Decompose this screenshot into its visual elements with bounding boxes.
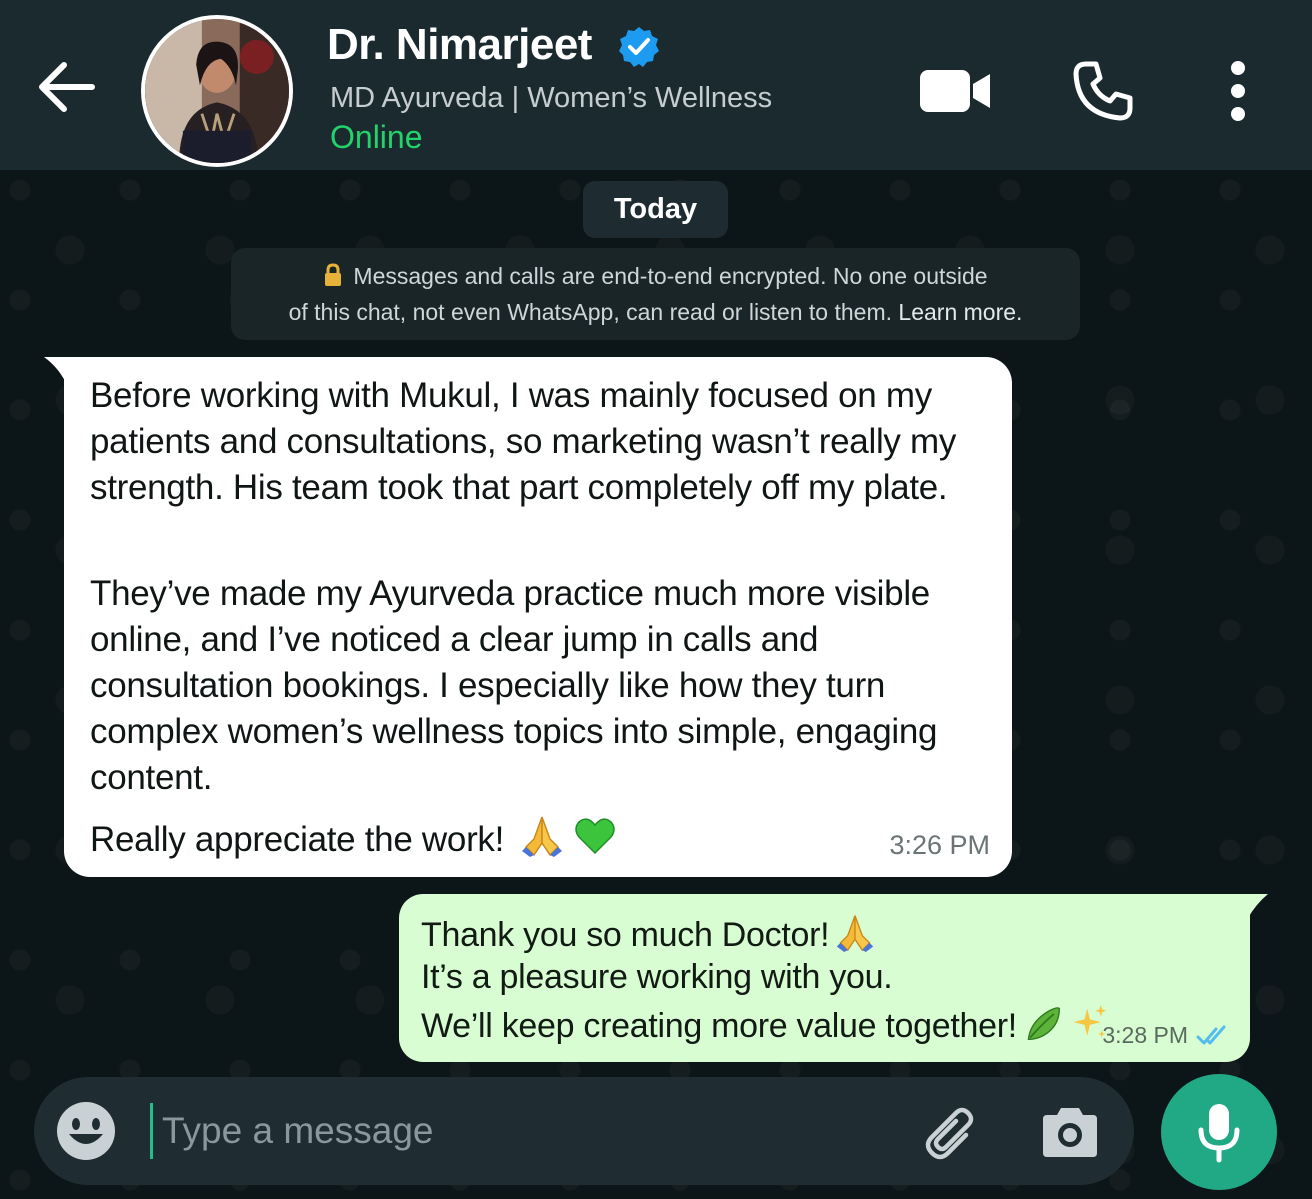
emoji-icon[interactable] bbox=[55, 1100, 117, 1162]
folded-hands-emoji-icon bbox=[837, 915, 874, 952]
message-paragraph: They’ve made my Ayurveda practice much m… bbox=[90, 574, 938, 797]
profile-photo bbox=[145, 19, 289, 163]
more-vertical-icon[interactable] bbox=[1222, 58, 1254, 124]
bubble-tail bbox=[44, 357, 66, 383]
encryption-notice[interactable]: Messages and calls are end-to-end encryp… bbox=[231, 248, 1080, 340]
folded-hands-emoji-icon bbox=[521, 816, 562, 857]
learn-more-link[interactable]: Learn more. bbox=[898, 299, 1022, 325]
bubble-tail bbox=[1248, 894, 1268, 918]
contact-subtitle: MD Ayurveda | Women’s Wellness bbox=[330, 82, 773, 114]
camera-icon[interactable] bbox=[1039, 1105, 1101, 1159]
lock-icon bbox=[325, 263, 342, 286]
text-cursor bbox=[150, 1103, 153, 1159]
phone-icon[interactable] bbox=[1072, 60, 1134, 122]
microphone-button[interactable] bbox=[1161, 1074, 1277, 1190]
chat-header: Dr. Nimarjeet MD Ayurveda | Women’s Well… bbox=[0, 0, 1312, 170]
outgoing-message[interactable]: Thank you so much Doctor! It’s a pleasur… bbox=[399, 894, 1268, 1062]
contact-name[interactable]: Dr. Nimarjeet bbox=[327, 20, 592, 70]
microphone-icon bbox=[1198, 1104, 1240, 1163]
green-heart-emoji-icon bbox=[575, 818, 615, 855]
arrow-left-icon bbox=[39, 62, 95, 112]
verified-badge-icon bbox=[619, 27, 659, 67]
message-line: Thank you so much Doctor! bbox=[421, 912, 875, 955]
message-timestamp: 3:26 PM bbox=[889, 830, 990, 860]
date-separator: Today bbox=[583, 181, 728, 238]
message-paragraph: Before working with Mukul, I was mainly … bbox=[90, 376, 957, 507]
encryption-notice-line1: Messages and calls are end-to-end encryp… bbox=[231, 258, 1080, 294]
message-paragraph-text: Really appreciate the work! bbox=[90, 820, 505, 859]
double-check-icon bbox=[1196, 1025, 1226, 1045]
encryption-notice-line2: of this chat, not even WhatsApp, can rea… bbox=[288, 299, 1023, 325]
message-timestamp: 3:28 PM bbox=[1102, 1022, 1188, 1048]
message-input[interactable] bbox=[162, 1101, 882, 1161]
incoming-message[interactable]: Before working with Mukul, I was mainly … bbox=[44, 357, 1012, 877]
message-line: It’s a pleasure working with you. bbox=[421, 958, 893, 996]
message-composer bbox=[34, 1077, 1134, 1185]
message-paragraph: Really appreciate the work! bbox=[90, 813, 710, 863]
back-button[interactable] bbox=[34, 55, 98, 119]
paperclip-icon[interactable] bbox=[922, 1105, 984, 1163]
online-status: Online bbox=[330, 119, 423, 155]
herb-emoji-icon bbox=[1027, 1007, 1060, 1041]
video-camera-icon[interactable] bbox=[918, 66, 992, 116]
message-line: We’ll keep creating more value together! bbox=[421, 1003, 1109, 1046]
avatar[interactable] bbox=[141, 15, 293, 167]
